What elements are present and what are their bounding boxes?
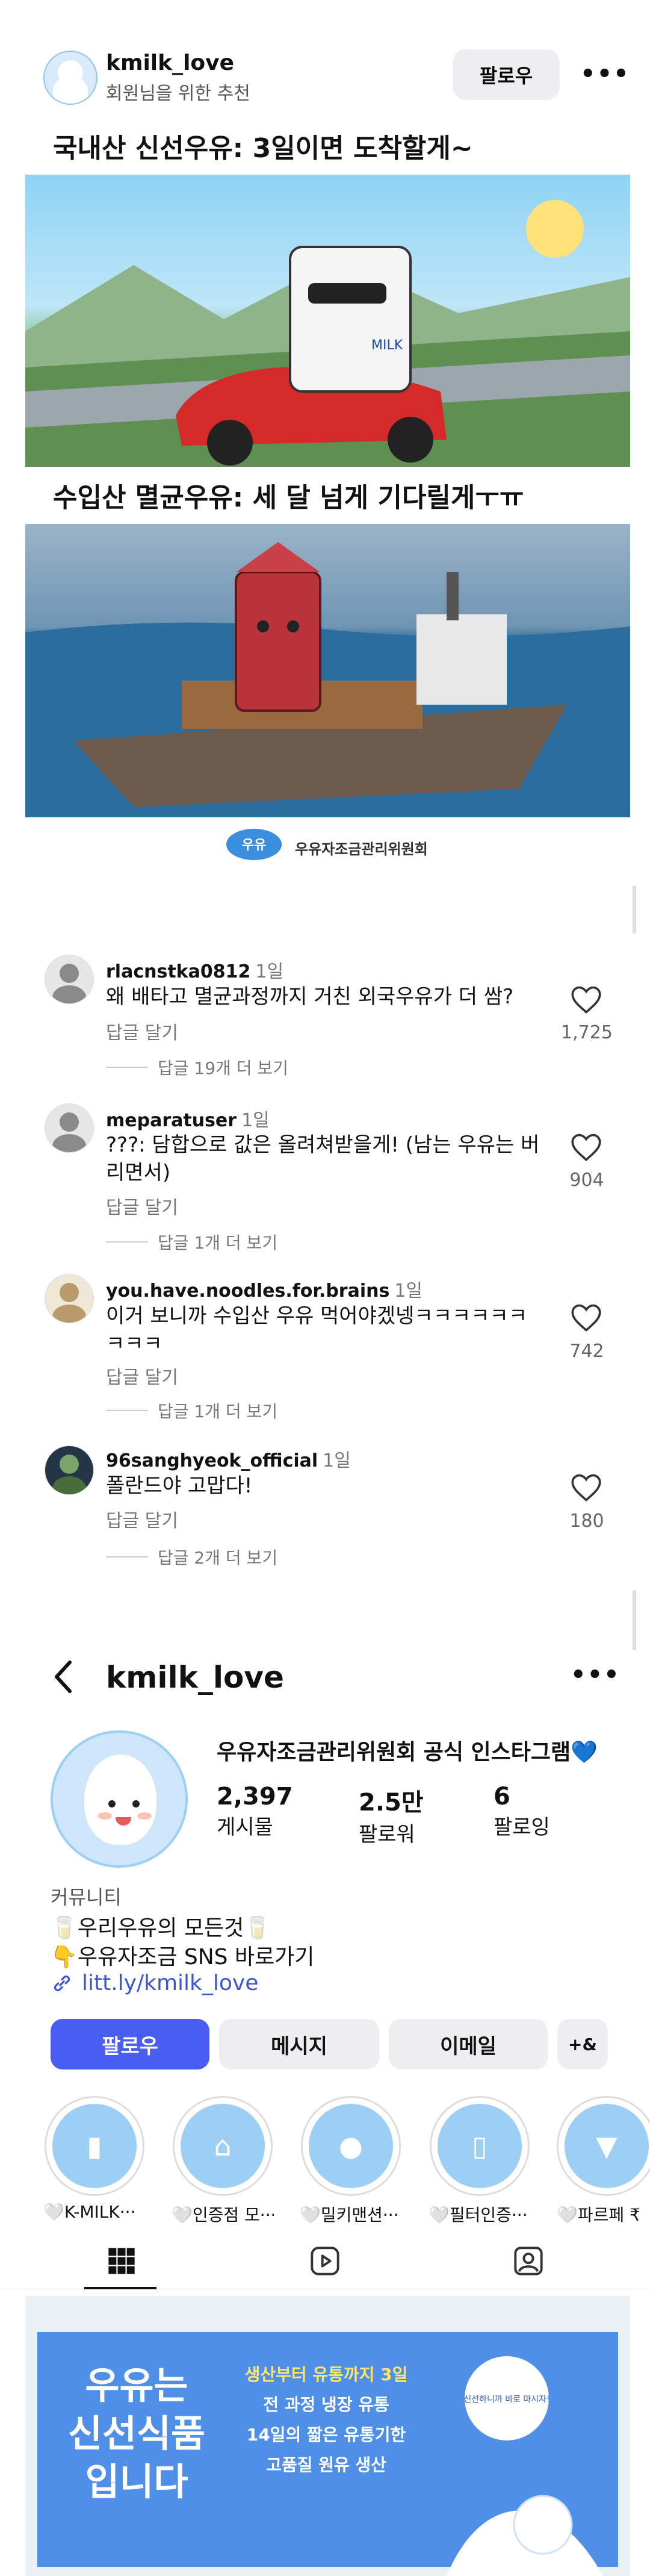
highlight-item[interactable]: ▮ 🤍K-MILK··· — [43, 2096, 146, 2222]
profile-top-bar: kmilk_love ••• — [0, 1650, 650, 1711]
profile-tabs — [0, 2228, 650, 2289]
reply-button[interactable]: 답글 달기 — [106, 1506, 178, 1532]
add-person-icon[interactable]: +& — [557, 2019, 608, 2069]
comment-username[interactable]: meparatuser 1일 — [106, 1105, 270, 1132]
profile-avatar[interactable] — [51, 1730, 188, 1868]
profile-category: 커뮤니티 — [51, 1886, 122, 1909]
post-title-imported: 수입산 멸균우유: 세 달 넘게 기다릴게ㅜㅠ — [53, 482, 524, 513]
grid-info-line: 14일의 짧은 유통기한 — [247, 2425, 406, 2445]
highlight-item[interactable]: ⌂ 🤍인증점 모··· — [172, 2096, 274, 2226]
highlight-item[interactable]: ▼ 🤍파르페 ₹ — [557, 2096, 650, 2226]
grid-info-line: 고품질 원유 생산 — [266, 2455, 386, 2475]
profile-follow-button[interactable]: 팔로우 — [51, 2019, 209, 2069]
phone-icon: ▯ — [438, 2104, 522, 2188]
like-count: 180 — [569, 1511, 604, 1532]
follow-button[interactable]: 팔로우 — [453, 49, 560, 100]
view-replies-button[interactable]: 답글 1개 더 보기 — [106, 1399, 277, 1423]
comment-time: 1일 — [323, 1450, 351, 1471]
comment-text: 왜 배타고 멸균과정까지 거친 외국우유가 더 쌈? — [106, 985, 514, 1009]
grid-info-line: 생산부터 유통까지 3일 — [245, 2365, 408, 2384]
view-replies-button[interactable]: 답글 1개 더 보기 — [106, 1230, 277, 1254]
comment-username[interactable]: rlacnstka0812 1일 — [106, 956, 283, 983]
comment-avatar[interactable] — [45, 1103, 94, 1153]
avatar[interactable] — [43, 51, 98, 105]
stat-following[interactable]: 6 팔로잉 — [494, 1783, 550, 1840]
comment-text: 폴란드야 고맙다! — [106, 1474, 253, 1498]
comment-avatar[interactable] — [45, 1274, 94, 1323]
view-replies-button[interactable]: 답글 2개 더 보기 — [106, 1545, 277, 1569]
reply-button[interactable]: 답글 달기 — [106, 1362, 178, 1389]
grid-headline-line: 입니다 — [85, 2460, 188, 2504]
link-icon — [54, 1975, 70, 1991]
stat-followers[interactable]: 2.5만 팔로워 — [359, 1783, 424, 1847]
milk-board-logo: 우유 — [226, 829, 282, 860]
domestic-milk-car-illustration: MILK — [25, 175, 630, 467]
heart-icon[interactable] — [569, 1132, 603, 1162]
bio-line: 🥛우리우유의 모든것🥛 — [51, 1916, 271, 1941]
comment-time: 1일 — [241, 1110, 270, 1131]
profile-username: kmilk_love — [106, 1660, 284, 1695]
comment-text: ???: 담합으로 값은 올려쳐받을게! (남는 우유는 버리면서) — [106, 1133, 540, 1185]
drop-icon: ● — [309, 2104, 393, 2188]
like-count: 1,725 — [561, 1022, 613, 1043]
tab-indicator — [84, 2287, 156, 2289]
scrollbar[interactable] — [633, 1590, 636, 1650]
comment-username[interactable]: 96sanghyeok_official 1일 — [106, 1445, 351, 1472]
comment-username[interactable]: you.have.noodles.for.brains 1일 — [106, 1276, 422, 1302]
post-header: kmilk_love 회원님을 위한 추천 팔로우 ••• — [0, 42, 650, 114]
stat-posts[interactable]: 2,397 게시물 — [217, 1783, 293, 1840]
comment-avatar[interactable] — [45, 1445, 94, 1495]
message-button[interactable]: 메시지 — [219, 2019, 379, 2069]
tagged-icon[interactable] — [513, 2245, 544, 2277]
comment-time: 1일 — [255, 961, 284, 982]
heart-icon[interactable] — [569, 1303, 603, 1333]
comment-text: 이거 보니까 수입산 우유 먹어야겠넹ㅋㅋㅋㅋㅋㅋㅋㅋㅋ — [106, 1304, 528, 1356]
profile-link[interactable]: litt.ly/kmilk_love — [51, 1971, 258, 1995]
milk-carton-icon: ▮ — [52, 2104, 137, 2188]
back-arrow-icon[interactable] — [52, 1659, 76, 1695]
more-options-icon[interactable]: ••• — [580, 60, 630, 88]
speech-bubble-text: 신선하니까 바로 마시자! — [463, 2395, 549, 2404]
post-username[interactable]: kmilk_love — [106, 51, 234, 75]
grid-info-line: 전 과정 냉장 유통 — [263, 2395, 389, 2415]
parfait-icon: ▼ — [565, 2104, 649, 2188]
grid-headline-line: 신선식품 — [68, 2412, 205, 2456]
highlight-item[interactable]: ● 🤍밀키맨션··· — [300, 2096, 402, 2226]
grid-icon[interactable] — [106, 2245, 137, 2277]
post-subtitle: 회원님을 위한 추천 — [106, 83, 250, 104]
store-icon: ⌂ — [181, 2104, 265, 2188]
svg-text:우유: 우유 — [242, 838, 266, 853]
milk-carton-label: MILK — [371, 338, 403, 353]
reply-button[interactable]: 답글 달기 — [106, 1018, 178, 1044]
comment-avatar[interactable] — [45, 955, 94, 1004]
imported-milk-ship-illustration — [25, 524, 630, 817]
scrollbar[interactable] — [633, 885, 636, 934]
grid-headline-line: 우유는 — [85, 2363, 188, 2407]
heart-icon[interactable] — [569, 1473, 603, 1503]
profile-display-name: 우유자조금관리위원회 공식 인스타그램💙 — [217, 1740, 598, 1765]
comment-time: 1일 — [394, 1280, 423, 1302]
reply-button[interactable]: 답글 달기 — [106, 1193, 178, 1219]
brand-name: 우유자조금관리위원회 — [295, 841, 428, 858]
like-count: 742 — [569, 1341, 604, 1362]
reels-icon[interactable] — [309, 2245, 341, 2277]
more-options-icon[interactable]: ••• — [571, 1661, 621, 1689]
grid-post-image[interactable]: 우유는 신선식품 입니다 생산부터 유통까지 3일 전 과정 냉장 유통 14일… — [25, 2296, 630, 2576]
bio-line: 👇우유자조금 SNS 바로가기 — [51, 1945, 315, 1969]
post-title-domestic: 국내산 신선우유: 3일이면 도착할게~ — [53, 133, 473, 164]
view-replies-button[interactable]: 답글 19개 더 보기 — [106, 1055, 288, 1079]
like-count: 904 — [569, 1170, 604, 1191]
email-button[interactable]: 이메일 — [389, 2019, 548, 2069]
highlight-item[interactable]: ▯ 🤍필터인증··· — [429, 2096, 531, 2226]
heart-icon[interactable] — [569, 985, 603, 1015]
